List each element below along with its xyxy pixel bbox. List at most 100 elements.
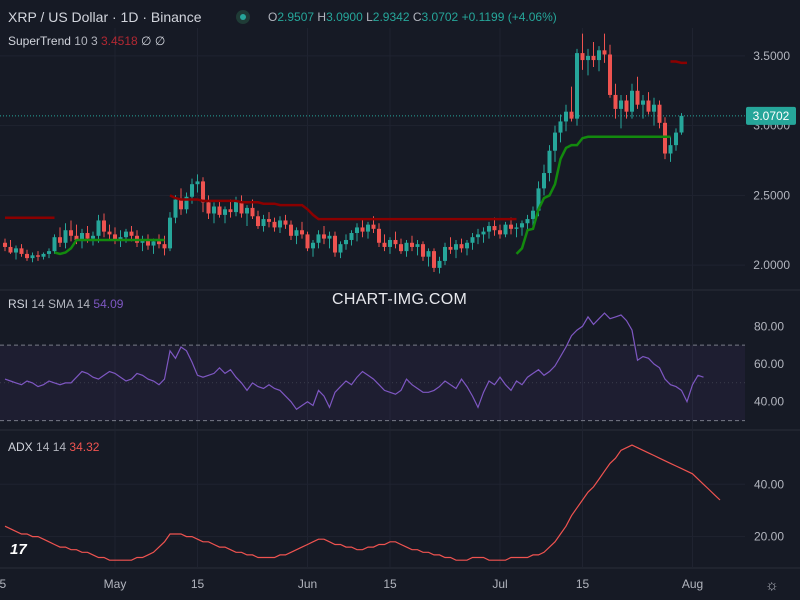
high-label: H [317, 10, 327, 24]
candle-body [41, 253, 46, 257]
candle-body [503, 224, 508, 235]
market-status-icon[interactable] [236, 10, 250, 24]
candle-body [206, 202, 211, 214]
rsi-value: 54.09 [93, 297, 124, 311]
supertrend-params: 10 3 [74, 34, 98, 48]
candle-body [195, 181, 200, 185]
candle-body [52, 237, 57, 252]
candle-body [481, 231, 486, 235]
adx-name: ADX [8, 440, 33, 454]
candle-body [410, 242, 414, 247]
supertrend-lines [5, 60, 687, 256]
candle-body [498, 230, 502, 235]
candle-body [168, 217, 172, 249]
rsi-tick-label: 80.00 [754, 319, 784, 333]
candle-body [157, 241, 161, 245]
rsi-name: RSI [8, 297, 29, 311]
candle-body [316, 234, 321, 243]
candle-body [542, 173, 546, 189]
candle-body [283, 220, 288, 225]
eye-off-icon[interactable]: ∅ [141, 34, 151, 48]
candle-body [272, 221, 277, 228]
candle-body [3, 242, 7, 247]
x-tick-label: May [104, 577, 127, 591]
candle-body [635, 90, 640, 105]
candle-body [624, 100, 629, 112]
eye-off-icon[interactable]: ∅ [155, 34, 165, 48]
x-tick-label: 15 [191, 577, 205, 591]
candle-body [641, 100, 645, 105]
candles [3, 33, 684, 274]
candle-body [300, 230, 304, 235]
candle-body [415, 244, 420, 247]
candle-body [91, 235, 95, 239]
adx-lines [4, 444, 721, 561]
candle-body [14, 248, 18, 253]
candle-body [47, 251, 51, 254]
x-tick-label: Jul [492, 577, 507, 591]
x-tick-label: Jun [298, 577, 317, 591]
candle-body [366, 224, 370, 232]
candle-body [509, 224, 513, 229]
candle-body [289, 224, 293, 236]
candle-body [8, 246, 13, 253]
adx-legend[interactable]: ADX 14 14 34.32 [8, 440, 99, 454]
candle-body [602, 50, 607, 55]
candle-body [421, 244, 425, 257]
adx-value: 34.32 [69, 440, 100, 454]
candle-body [531, 210, 535, 220]
candle-body [30, 255, 35, 259]
candle-body [190, 184, 194, 197]
candle-body [432, 251, 436, 268]
candle-body [212, 206, 216, 214]
candle-body [96, 220, 101, 236]
tradingview-logo-icon[interactable]: 17 [10, 541, 38, 559]
close-label: C [412, 10, 422, 24]
settings-sun-icon[interactable]: ☼ [765, 577, 779, 594]
price-tick-label: 2.0000 [753, 258, 790, 272]
candle-body [454, 244, 458, 250]
candle-body [575, 53, 579, 119]
rsi-tick-label: 40.00 [754, 395, 784, 409]
candle-body [492, 226, 497, 231]
candle-body [333, 235, 337, 253]
axes-labels: 15May15Jun15Jul15Aug3.50003.00002.50002.… [0, 49, 796, 591]
candle-body [674, 132, 678, 146]
candle-body [371, 224, 376, 229]
candle-body [322, 234, 326, 239]
candle-body [250, 207, 255, 217]
candle-body [520, 223, 524, 228]
candle-body [63, 230, 68, 243]
candle-body [608, 54, 612, 95]
candle-body [234, 200, 238, 213]
x-tick-label: 15 [0, 577, 6, 591]
candle-body [437, 260, 442, 268]
rsi-tick-label: 60.00 [754, 357, 784, 371]
candle-body [25, 253, 29, 259]
supertrend-value: 3.4518 [100, 34, 138, 48]
candle-body [327, 235, 332, 239]
candle-body [668, 145, 673, 154]
candle-body [646, 100, 651, 112]
candle-body [586, 55, 590, 61]
close-value: 3.0702 [421, 10, 459, 24]
candle-body [459, 244, 464, 249]
supertrend-legend[interactable]: SuperTrend 10 3 3.4518 ∅ ∅ [8, 34, 165, 48]
candle-body [69, 230, 73, 236]
candle-body [553, 132, 557, 151]
rsi-legend[interactable]: RSI 14 SMA 14 54.09 [8, 297, 123, 311]
candle-body [426, 251, 431, 257]
adx-tick-label: 40.00 [754, 477, 784, 491]
candle-body [443, 246, 447, 261]
candle-body [487, 226, 491, 232]
last-price-label: 3.0702 [753, 109, 790, 123]
candle-body [201, 181, 205, 203]
symbol-title: XRP / US Dollar · 1D · Binance [8, 9, 202, 25]
candle-body [58, 237, 62, 243]
candle-body [129, 231, 134, 236]
candle-body [355, 227, 359, 234]
candle-body [311, 242, 315, 249]
candle-body [261, 219, 266, 227]
candle-body [679, 115, 684, 133]
candle-body [344, 239, 348, 245]
